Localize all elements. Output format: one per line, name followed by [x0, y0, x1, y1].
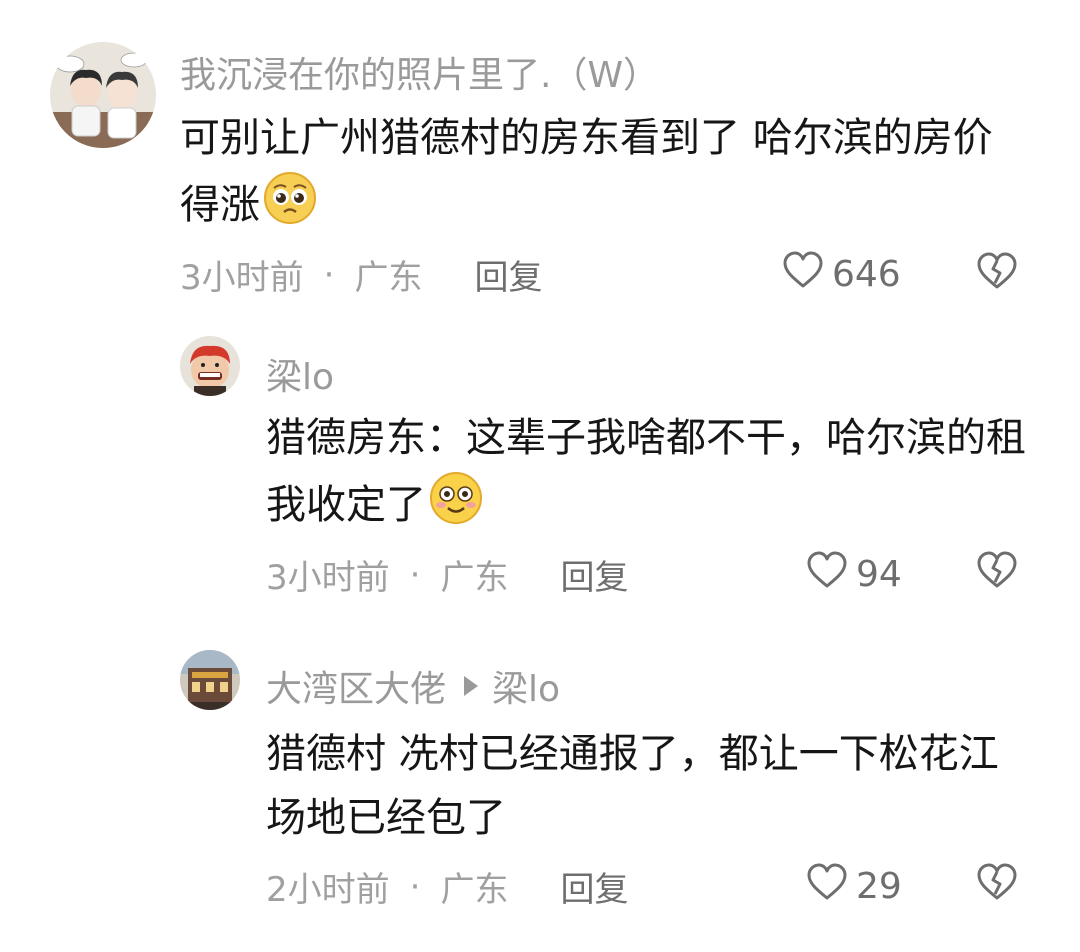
comment-location: 广东: [354, 258, 423, 298]
comment-meta: 2小时前 · 广东 回复: [266, 862, 628, 911]
comment-text: 猎德村 冼村已经通报了，都让一下松花江场地已经包了: [266, 722, 1026, 850]
comment-text: 猎德房东：这辈子我啥都不干，哈尔滨的租我收定了: [266, 406, 1036, 537]
avatar[interactable]: [50, 42, 156, 148]
comment-username: 大湾区大佬 梁lo: [266, 660, 560, 712]
comment-username[interactable]: 我沉浸在你的照片里了.（W）: [180, 46, 659, 98]
like-button[interactable]: 29: [806, 862, 902, 911]
comment-item: 我沉浸在你的照片里了.（W） 可别让广州猎德村的房东看到了 哈尔滨的房价得涨 3…: [0, 0, 1080, 300]
like-button[interactable]: 94: [806, 550, 902, 599]
comment-time: 3小时前: [266, 558, 390, 598]
broken-heart-icon: [976, 251, 1018, 291]
meta-separator: ·: [323, 254, 335, 295]
dislike-button[interactable]: [976, 251, 1018, 291]
heart-outline-icon: [806, 550, 856, 599]
like-count: 29: [856, 866, 902, 907]
comment-meta: 3小时前 · 广东 回复: [266, 550, 628, 599]
reply-button[interactable]: 回复: [474, 250, 542, 299]
comment-text: 可别让广州猎德村的房东看到了 哈尔滨的房价得涨: [180, 106, 1020, 237]
dislike-button[interactable]: [976, 550, 1018, 590]
comment-location: 广东: [440, 558, 509, 598]
meta-separator: ·: [409, 554, 421, 595]
reply-button[interactable]: 回复: [560, 550, 628, 599]
cartoon-couple-avatar: [50, 42, 156, 148]
flushed-smile-emoji: [428, 470, 484, 526]
like-count: 94: [856, 554, 902, 595]
meta-separator: ·: [409, 866, 421, 907]
like-button[interactable]: 646: [782, 250, 901, 299]
comment-meta: 3小时前 · 广东 回复: [180, 250, 542, 299]
avatar[interactable]: [180, 336, 240, 396]
building-photo-avatar: [180, 650, 240, 710]
like-count: 646: [832, 254, 901, 295]
reply-target[interactable]: 梁lo: [492, 660, 560, 712]
reply-item: 大湾区大佬 梁lo 猎德村 冼村已经通报了，都让一下松花江场地已经包了 2小时前…: [0, 620, 1080, 952]
comment-time: 3小时前: [180, 258, 304, 298]
comment-location: 广东: [440, 870, 509, 910]
reply-item: 梁lo 猎德房东：这辈子我啥都不干，哈尔滨的租我收定了 3小时前 · 广东 回复…: [0, 300, 1080, 610]
comment-body: 猎德房东：这辈子我啥都不干，哈尔滨的租我收定了: [266, 415, 1026, 528]
comment-body: 猎德村 冼村已经通报了，都让一下松花江场地已经包了: [266, 731, 999, 841]
comment-time: 2小时前: [266, 870, 390, 910]
reply-button[interactable]: 回复: [560, 862, 628, 911]
dislike-button[interactable]: [976, 862, 1018, 902]
reply-arrow-icon: [464, 676, 479, 696]
heart-outline-icon: [806, 862, 856, 911]
avatar[interactable]: [180, 650, 240, 710]
pleading-face-emoji: [262, 170, 318, 226]
comment-username[interactable]: 梁lo: [266, 348, 334, 400]
broken-heart-icon: [976, 862, 1018, 902]
heart-outline-icon: [782, 250, 832, 299]
red-hair-cartoon-avatar: [180, 336, 240, 396]
broken-heart-icon: [976, 550, 1018, 590]
reply-author[interactable]: 大湾区大佬: [266, 660, 446, 712]
